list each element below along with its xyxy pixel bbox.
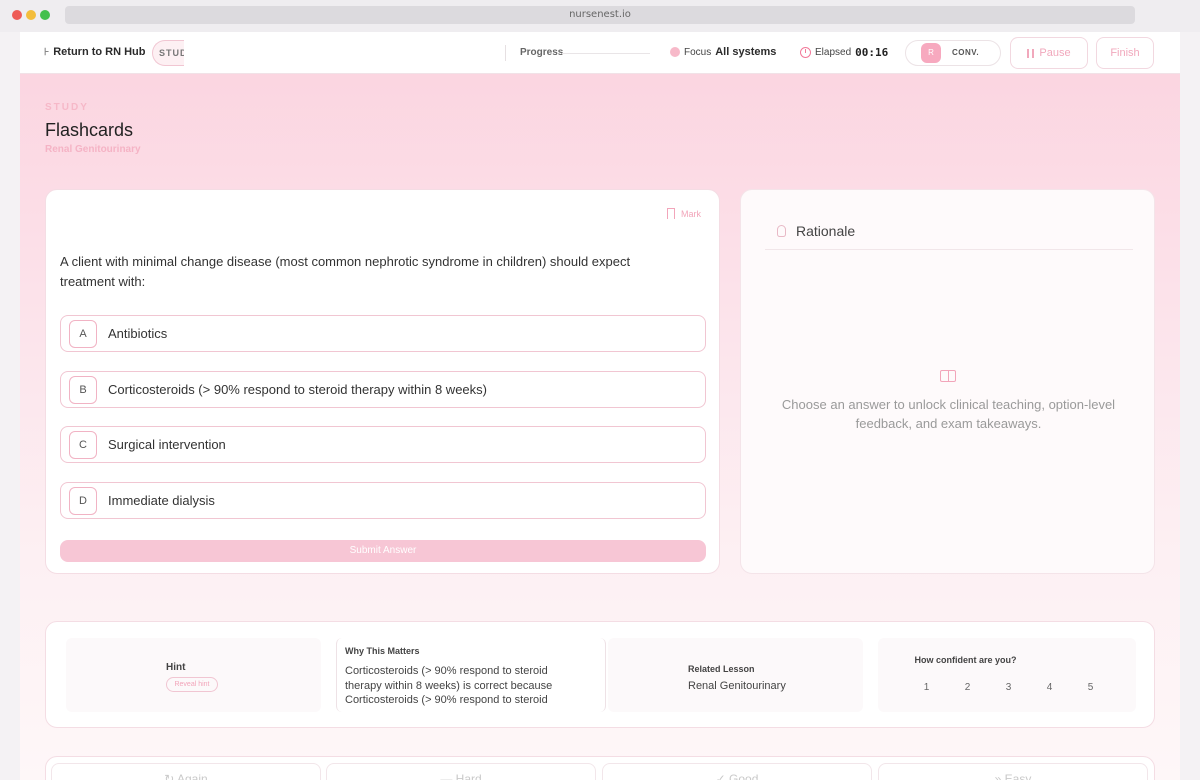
focus-dot-icon bbox=[670, 47, 680, 57]
answer-option-b[interactable]: B Corticosteroids (> 90% respond to ster… bbox=[60, 371, 706, 408]
rationale-placeholder: Choose an answer to unlock clinical teac… bbox=[781, 397, 1116, 431]
easy-button[interactable]: » Easy bbox=[878, 763, 1148, 780]
lightbulb-icon bbox=[777, 225, 786, 237]
reveal-hint-button[interactable]: Reveal hint bbox=[166, 677, 218, 692]
focus-filter[interactable]: Focus All systems bbox=[670, 46, 776, 58]
confidence-label: How confident are you? bbox=[914, 655, 1017, 665]
page-eyebrow: STUDY bbox=[45, 102, 89, 113]
conversation-label: CONV. bbox=[952, 48, 980, 57]
minimize-window-icon[interactable] bbox=[26, 10, 36, 20]
mark-label: Mark bbox=[681, 208, 701, 219]
progress-bar bbox=[562, 53, 650, 54]
avatar: R bbox=[921, 43, 941, 63]
again-button[interactable]: ↻ Again bbox=[51, 763, 321, 780]
study-info-strip: Hint Reveal hint Why This Matters Cortic… bbox=[45, 621, 1155, 728]
divider bbox=[765, 249, 1133, 250]
related-lesson-link[interactable]: Renal Genitourinary bbox=[688, 680, 786, 692]
confidence-option-3[interactable]: 3 bbox=[988, 682, 1029, 693]
option-text: Corticosteroids (> 90% respond to steroi… bbox=[108, 382, 487, 397]
why-this-matters-label: Why This Matters bbox=[345, 646, 420, 656]
page-subtitle: Renal Genitourinary bbox=[45, 144, 141, 155]
confidence-option-5[interactable]: 5 bbox=[1070, 682, 1111, 693]
option-text: Antibiotics bbox=[108, 326, 168, 341]
hint-label: Hint bbox=[166, 662, 186, 673]
book-icon bbox=[940, 370, 956, 382]
maximize-window-icon[interactable] bbox=[40, 10, 50, 20]
question-text: A client with minimal change disease (mo… bbox=[60, 254, 631, 289]
elapsed-label: Elapsed bbox=[815, 47, 852, 58]
option-letter: C bbox=[69, 430, 97, 459]
option-letter: B bbox=[69, 375, 97, 404]
confidence-option-1[interactable]: 1 bbox=[906, 682, 947, 693]
conversation-toggle[interactable]: R CONV. bbox=[905, 40, 1001, 66]
hint-panel: Hint Reveal hint bbox=[66, 638, 321, 712]
why-this-matters-text: Corticosteroids (> 90% respond to steroi… bbox=[345, 665, 553, 706]
elapsed-timer: Elapsed 00:16 bbox=[800, 46, 888, 59]
top-bar: ⊦ Return to RN Hub STUDY Progress Focus … bbox=[20, 32, 1180, 74]
mark-button[interactable]: Mark bbox=[667, 208, 701, 219]
why-this-matters-panel: Why This Matters Corticosteroids (> 90% … bbox=[336, 638, 606, 712]
rationale-card: Rationale Choose an answer to unlock cli… bbox=[740, 189, 1155, 574]
confidence-options: 1 2 3 4 5 bbox=[906, 682, 1111, 693]
browser-chrome: nursenest.io bbox=[0, 0, 1200, 32]
answer-option-c[interactable]: C Surgical intervention bbox=[60, 426, 706, 463]
rationale-title: Rationale bbox=[796, 223, 856, 239]
progress-label: Progress bbox=[520, 47, 564, 58]
confidence-panel: How confident are you? 1 2 3 4 5 bbox=[878, 638, 1136, 712]
hard-button[interactable]: — Hard bbox=[326, 763, 596, 780]
answer-option-a[interactable]: A Antibiotics bbox=[60, 315, 706, 352]
page-title: Flashcards bbox=[45, 120, 134, 140]
bookmark-icon bbox=[667, 208, 675, 219]
pause-icon bbox=[1027, 48, 1035, 58]
question-card: Mark A client with minimal change diseas… bbox=[45, 189, 720, 574]
related-lesson-label: Related Lesson bbox=[688, 664, 755, 674]
finish-button[interactable]: Finish bbox=[1096, 37, 1154, 69]
close-window-icon[interactable] bbox=[12, 10, 22, 20]
option-letter: D bbox=[69, 486, 97, 515]
focus-label: Focus bbox=[684, 46, 712, 58]
confidence-option-4[interactable]: 4 bbox=[1029, 682, 1070, 693]
submit-answer-button[interactable]: Submit Answer bbox=[60, 540, 706, 562]
focus-value: All systems bbox=[715, 46, 777, 58]
back-arrow-icon: ⊦ bbox=[44, 46, 50, 58]
study-mode-chip: STUDY bbox=[152, 40, 184, 66]
pause-label: Pause bbox=[1039, 47, 1071, 59]
related-lesson-panel[interactable]: Related Lesson Renal Genitourinary bbox=[608, 638, 863, 712]
option-text: Immediate dialysis bbox=[108, 493, 215, 508]
confidence-option-2[interactable]: 2 bbox=[947, 682, 988, 693]
answer-option-d[interactable]: D Immediate dialysis bbox=[60, 482, 706, 519]
clock-icon bbox=[800, 47, 811, 58]
return-to-hub-button[interactable]: ⊦ Return to RN Hub bbox=[44, 46, 145, 58]
app-window: ⊦ Return to RN Hub STUDY Progress Focus … bbox=[20, 32, 1180, 780]
elapsed-value: 00:16 bbox=[855, 46, 889, 59]
option-text: Surgical intervention bbox=[108, 437, 226, 452]
good-button[interactable]: ✓ Good bbox=[602, 763, 872, 780]
return-to-hub-label: Return to RN Hub bbox=[53, 46, 146, 58]
option-letter: A bbox=[69, 319, 97, 348]
rating-row: ↻ Again — Hard ✓ Good » Easy bbox=[45, 756, 1155, 780]
pause-button[interactable]: Pause bbox=[1010, 37, 1088, 69]
address-bar[interactable]: nursenest.io bbox=[65, 6, 1135, 24]
progress-indicator: Progress bbox=[505, 45, 650, 61]
rationale-header: Rationale bbox=[777, 223, 855, 239]
